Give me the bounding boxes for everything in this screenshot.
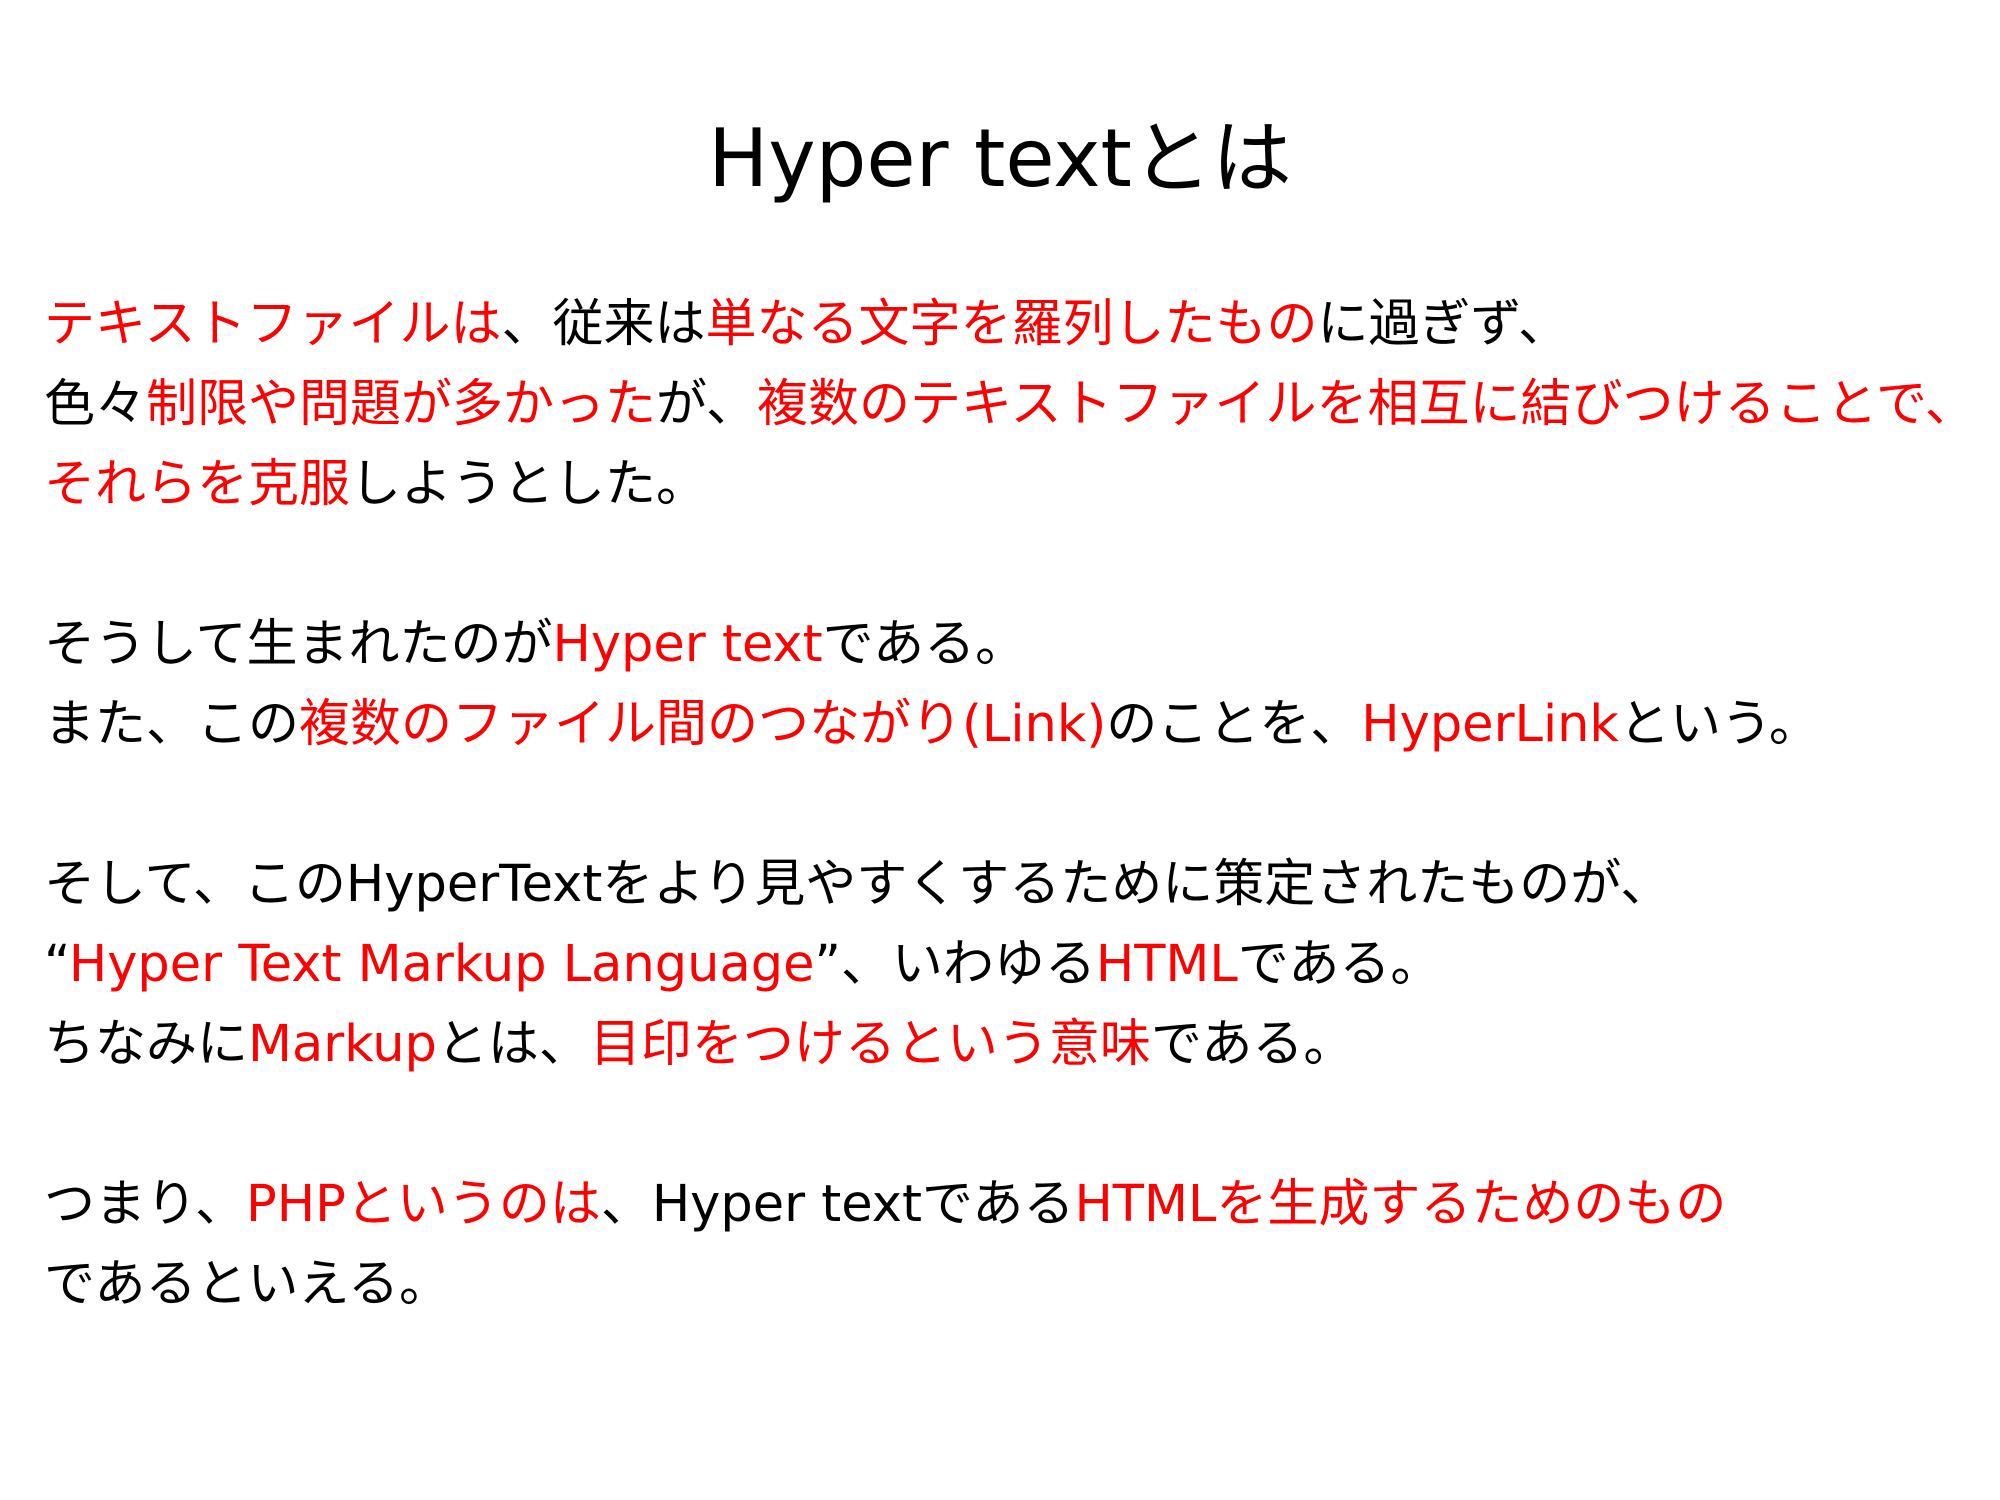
- slide-title: Hyper textとは: [708, 112, 1292, 205]
- body-text: である。: [822, 615, 1027, 674]
- body-text: のことを、: [1106, 695, 1362, 754]
- emphasis-text: 単なる文字を羅列したもの: [705, 295, 1318, 354]
- body-text: 色々: [44, 375, 147, 434]
- emphasis-text: HyperLink: [1361, 695, 1619, 754]
- emphasis-text: 目印をつけるという意味: [589, 1015, 1151, 1074]
- emphasis-text: Hyper text: [552, 615, 823, 674]
- emphasis-text: テキストファイルは: [44, 295, 502, 354]
- emphasis-text: 複数のテキストファイルを相互に結びつけることで、: [757, 375, 1976, 434]
- emphasis-text: 制限や問題が多かった: [146, 375, 657, 434]
- paragraph-line: それらを克服しようとした。: [44, 445, 707, 525]
- body-text: に過ぎず、: [1317, 295, 1569, 354]
- paragraph-line: つまり、PHPというのは、Hyper textであるHTMLを生成するためのもの: [44, 1165, 1726, 1245]
- body-text: ちなみに: [44, 1015, 249, 1074]
- body-text: ”、いわゆる: [814, 935, 1096, 994]
- paragraph-line: ちなみにMarkupとは、目印をつけるという意味である。: [44, 1005, 1354, 1085]
- body-text: また、この: [44, 695, 300, 754]
- emphasis-text: 複数のファイル間のつながり(Link): [299, 695, 1107, 754]
- emphasis-text: Markup: [248, 1015, 437, 1074]
- paragraph-line: 色々制限や問題が多かったが、複数のテキストファイルを相互に結びつけることで、: [44, 365, 1976, 445]
- body-text: 、従来は: [501, 295, 706, 354]
- body-text: しようとした。: [350, 455, 708, 514]
- paragraph-line: であるといえる。: [44, 1245, 450, 1325]
- body-text: という。: [1618, 695, 1820, 754]
- body-text: である。: [1237, 935, 1442, 994]
- paragraph-line: また、この複数のファイル間のつながり(Link)のことを、HyperLinkとい…: [44, 685, 1820, 765]
- body-text: そして、このHyperTextをより見やすくするために策定されたものが、: [44, 855, 1672, 914]
- body-text: とは、: [436, 1015, 590, 1074]
- body-text: “: [44, 935, 69, 994]
- slide: Hyper textとは テキストファイルは、従来は単なる文字を羅列したものに過…: [0, 0, 2000, 1500]
- emphasis-text: HTML: [1095, 935, 1238, 994]
- emphasis-text: それらを克服: [44, 455, 351, 514]
- emphasis-text: PHPというのは: [245, 1175, 601, 1234]
- paragraph-line: そうして生まれたのがHyper textである。: [44, 605, 1026, 685]
- paragraph-line: “Hyper Text Markup Language”、いわゆるHTMLである…: [44, 925, 1441, 1005]
- body-text: 、Hyper textである: [600, 1175, 1075, 1234]
- emphasis-text: Hyper Text Markup Language: [68, 935, 815, 994]
- body-text: である。: [1150, 1015, 1355, 1074]
- emphasis-text: HTMLを生成するためのもの: [1074, 1175, 1727, 1234]
- paragraph-line: そして、このHyperTextをより見やすくするために策定されたものが、: [44, 845, 1671, 925]
- body-text: であるといえる。: [44, 1255, 450, 1314]
- body-text: そうして生まれたのが: [44, 615, 553, 674]
- body-text: つまり、: [44, 1175, 246, 1234]
- paragraph-line: テキストファイルは、従来は単なる文字を羅列したものに過ぎず、: [44, 285, 1569, 365]
- body-text: が、: [656, 375, 758, 434]
